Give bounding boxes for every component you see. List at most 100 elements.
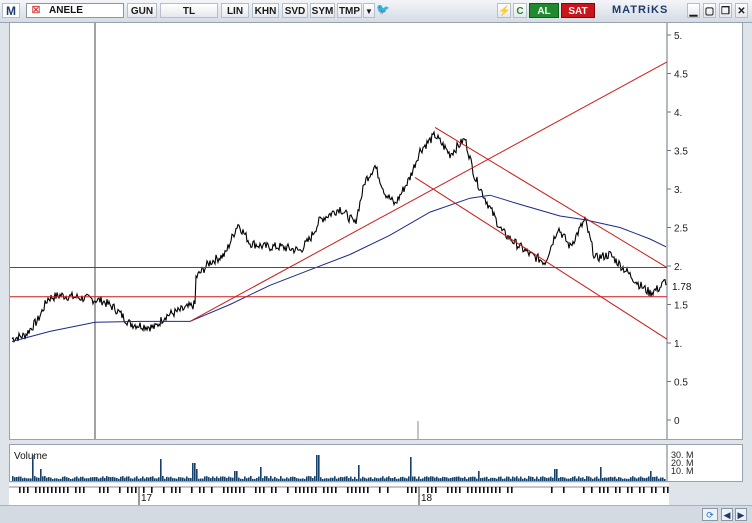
volume-bar	[346, 476, 348, 481]
date-tick	[67, 487, 69, 493]
volume-bar	[258, 476, 260, 481]
volume-bar	[98, 478, 100, 481]
volume-bar	[72, 478, 74, 481]
volume-bar	[640, 476, 642, 481]
volume-bar	[54, 478, 56, 481]
volume-bar	[296, 478, 298, 481]
maximize-icon[interactable]: ▢	[703, 3, 716, 18]
volume-bar	[646, 477, 648, 481]
volume-bar	[348, 478, 350, 481]
khn-button[interactable]: KHN	[252, 3, 279, 18]
volume-bar	[34, 476, 36, 481]
volume-bar	[522, 478, 524, 481]
volume-bar	[442, 476, 444, 481]
volume-bar	[658, 478, 660, 481]
volume-bar	[172, 478, 174, 481]
volume-bar	[360, 478, 362, 481]
volume-bar	[430, 476, 432, 481]
volume-bar	[478, 471, 480, 481]
volume-bar	[380, 477, 382, 481]
volume-bar	[156, 478, 158, 481]
volume-bar	[452, 477, 454, 481]
volume-bar	[272, 478, 274, 481]
volume-bar	[598, 478, 600, 481]
volume-bar	[392, 478, 394, 481]
volume-bar	[96, 477, 98, 481]
twitter-bird-icon[interactable]: 🐦	[376, 3, 390, 18]
volume-bar	[30, 478, 32, 481]
volume-bar	[254, 478, 256, 481]
buy-button[interactable]: AL	[529, 3, 559, 18]
volume-bar	[434, 477, 436, 481]
sell-button[interactable]: SAT	[561, 3, 595, 18]
volume-bar	[628, 478, 630, 481]
volume-bar	[242, 478, 244, 481]
date-tick	[651, 487, 653, 493]
volume-bar	[24, 477, 26, 481]
tmp-dropdown-chevron-icon[interactable]: ▼	[363, 3, 375, 18]
volume-bar	[464, 476, 466, 481]
restore-icon[interactable]: ❐	[719, 3, 732, 18]
refresh-c-icon[interactable]: C	[513, 3, 527, 18]
volume-bar	[232, 477, 234, 481]
volume-bar	[540, 476, 542, 481]
volume-bar	[122, 476, 124, 481]
date-tick	[311, 487, 313, 493]
volume-bar	[244, 476, 246, 481]
volume-bar	[222, 476, 224, 481]
sync-icon[interactable]: ⟳	[702, 508, 718, 521]
minimize-icon[interactable]: ▁	[687, 3, 700, 18]
volume-bar	[488, 478, 490, 481]
volume-bar	[550, 476, 552, 481]
volume-bar	[538, 478, 540, 481]
volume-bar	[552, 477, 554, 481]
price-chart-canvas[interactable]: 5. 4.5 4. 3.5 3. 2.5 2. 1.5 1. 0.5 0 1.78	[10, 23, 743, 440]
sym-button[interactable]: SYM	[310, 3, 335, 18]
volume-bar	[274, 476, 276, 481]
price-tick-label: 2.5	[674, 224, 688, 235]
volume-bar	[518, 478, 520, 481]
volume-bar	[284, 478, 286, 481]
date-tick	[19, 487, 21, 493]
volume-bar	[62, 476, 64, 481]
price-tick-label: 3.	[674, 185, 682, 196]
volume-bar	[188, 477, 190, 481]
volume-bar	[182, 477, 184, 481]
volume-bar	[262, 478, 264, 481]
volume-bar	[16, 477, 18, 481]
volume-bar	[140, 478, 142, 481]
date-tick	[275, 487, 277, 493]
scale-lin-button[interactable]: LIN	[221, 3, 249, 18]
price-chart-panel[interactable]: 5. 4.5 4. 3.5 3. 2.5 2. 1.5 1. 0.5 0 1.78	[9, 22, 743, 440]
tmp-button[interactable]: TMP	[337, 3, 362, 18]
matriks-logo-button[interactable]: M	[2, 3, 20, 18]
period-gun-button[interactable]: GUN	[127, 3, 157, 18]
volume-bar	[124, 477, 126, 481]
volume-bar	[534, 478, 536, 481]
volume-bar	[352, 478, 354, 481]
volume-bar	[578, 476, 580, 481]
year-label: 17	[141, 493, 153, 504]
currency-tl-button[interactable]: TL	[160, 3, 218, 18]
svd-button[interactable]: SVD	[282, 3, 308, 18]
volume-bar	[294, 476, 296, 481]
scroll-right-button[interactable]: ▶	[735, 508, 747, 521]
volume-bar	[410, 457, 412, 481]
volume-bar	[164, 478, 166, 481]
remove-symbol-icon[interactable]: ⊠	[29, 3, 43, 18]
volume-label: Volume	[14, 451, 48, 462]
volume-bar	[324, 478, 326, 481]
volume-bar	[14, 477, 16, 481]
volume-bar	[136, 476, 138, 481]
volume-bar	[112, 476, 114, 481]
lightning-icon[interactable]: ⚡	[497, 3, 511, 18]
volume-panel[interactable]: Volume 30. M 20. M 10. M	[9, 444, 743, 482]
date-tick	[407, 487, 409, 493]
volume-bar	[378, 478, 380, 481]
volume-bar	[28, 478, 30, 481]
volume-bar	[364, 477, 366, 481]
volume-bar	[318, 455, 320, 481]
close-icon[interactable]: ✕	[735, 3, 748, 18]
scroll-left-button[interactable]: ◀	[721, 508, 733, 521]
date-tick	[507, 487, 509, 493]
